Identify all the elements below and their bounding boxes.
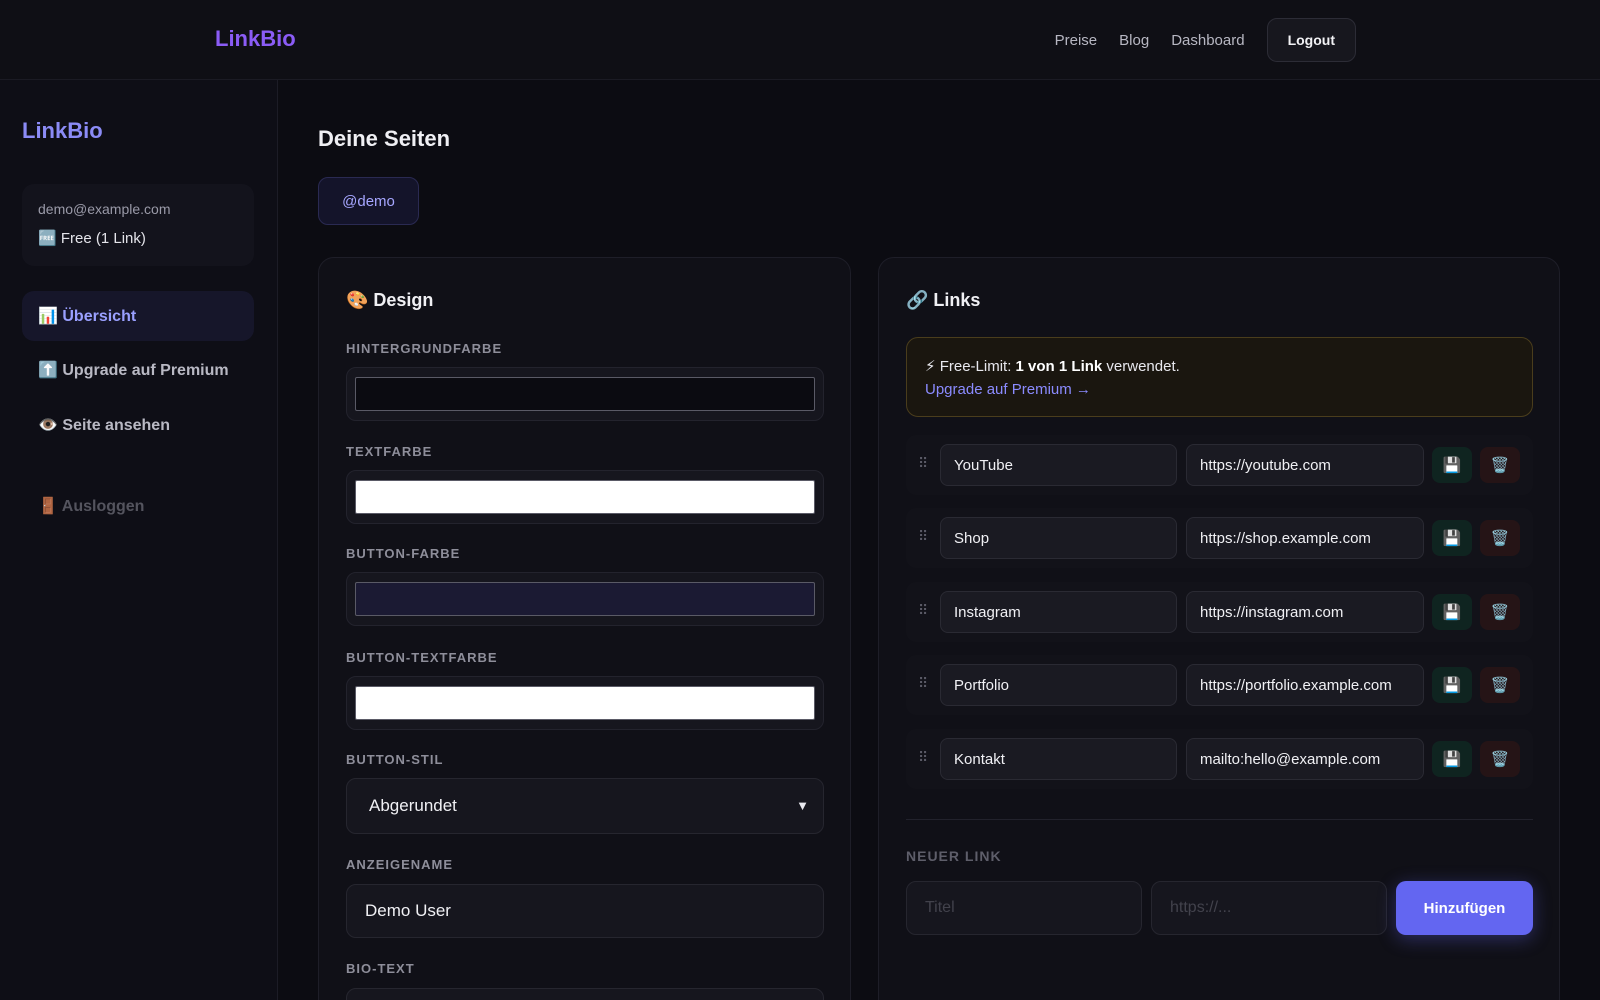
brand-logo[interactable]: LinkBio: [215, 26, 296, 52]
save-icon[interactable]: 💾: [1432, 667, 1472, 703]
drag-handle-icon[interactable]: ⠿: [918, 675, 928, 692]
link-url-input[interactable]: https://youtube.com: [1186, 444, 1424, 486]
link-url-input[interactable]: https://instagram.com: [1186, 591, 1424, 633]
drag-handle-icon[interactable]: ⠿: [918, 455, 928, 472]
link-row: ⠿ Portfolio https://portfolio.example.co…: [906, 655, 1533, 715]
link-row: ⠿ Kontakt mailto:hello@example.com 💾 🗑️: [906, 729, 1533, 789]
design-card-title: 🎨 Design: [346, 290, 434, 310]
link-url-input[interactable]: https://shop.example.com: [1186, 517, 1424, 559]
links-card: 🔗 Links ⚡ Free-Limit: 1 von 1 Link verwe…: [878, 257, 1560, 1000]
link-row: ⠿ YouTube https://youtube.com 💾 🗑️: [906, 435, 1533, 495]
bg-color-picker[interactable]: [346, 367, 824, 421]
sidebar-brand[interactable]: LinkBio: [22, 118, 103, 144]
button-text-color-picker[interactable]: [346, 676, 824, 730]
limit-count: 1 von 1 Link: [1015, 358, 1103, 375]
save-icon[interactable]: 💾: [1432, 741, 1472, 777]
nav-link-preise[interactable]: Preise: [1055, 32, 1098, 49]
free-limit-text: ⚡ Free-Limit: 1 von 1 Link verwendet.: [925, 357, 1180, 375]
button-text-color-swatch: [355, 686, 815, 720]
upgrade-link[interactable]: Upgrade auf Premium →: [925, 381, 1091, 398]
user-email: demo@example.com: [38, 201, 171, 217]
sidebar: LinkBio demo@example.com 🆓 Free (1 Link)…: [0, 80, 278, 1000]
new-link-label: NEUER LINK: [906, 848, 1002, 864]
sidebar-item-logout[interactable]: 🚪 Ausloggen: [22, 481, 254, 531]
trash-icon[interactable]: 🗑️: [1480, 667, 1520, 703]
new-link-url-input[interactable]: https://...: [1151, 881, 1387, 935]
sidebar-item-view-page[interactable]: 👁️ Seite ansehen: [22, 400, 254, 450]
link-title-input[interactable]: YouTube: [940, 444, 1177, 486]
top-navbar: LinkBio Preise Blog Dashboard Logout: [0, 0, 1600, 80]
sidebar-item-upgrade[interactable]: ⬆️ Upgrade auf Premium: [22, 345, 254, 395]
logout-button[interactable]: Logout: [1266, 18, 1356, 62]
user-info-box: demo@example.com 🆓 Free (1 Link): [22, 184, 254, 266]
page-title: Deine Seiten: [318, 126, 451, 151]
link-title-input[interactable]: Instagram: [940, 591, 1177, 633]
link-title-input[interactable]: Kontakt: [940, 738, 1177, 780]
link-url-input[interactable]: https://portfolio.example.com: [1186, 664, 1424, 706]
divider: [906, 819, 1533, 820]
button-color-picker[interactable]: [346, 572, 824, 626]
button-style-value: Abgerundet: [369, 796, 457, 815]
trash-icon[interactable]: 🗑️: [1480, 594, 1520, 630]
drag-handle-icon[interactable]: ⠿: [918, 528, 928, 545]
link-row: ⠿ Shop https://shop.example.com 💾 🗑️: [906, 508, 1533, 568]
button-style-select[interactable]: Abgerundet ▼: [346, 778, 824, 834]
links-card-title: 🔗 Links: [906, 290, 981, 310]
top-nav: Preise Blog Dashboard Logout: [1055, 18, 1356, 62]
link-row: ⠿ Instagram https://instagram.com 💾 🗑️: [906, 582, 1533, 642]
bio-text-label: BIO-TEXT: [346, 961, 415, 976]
new-link-title-input[interactable]: Titel: [906, 881, 1142, 935]
display-name-label: ANZEIGENAME: [346, 857, 454, 872]
text-color-swatch: [355, 480, 815, 514]
free-limit-notice: ⚡ Free-Limit: 1 von 1 Link verwendet. Up…: [906, 337, 1533, 417]
bg-color-swatch: [355, 377, 815, 411]
page-tab-demo[interactable]: @demo: [318, 177, 419, 225]
nav-link-blog[interactable]: Blog: [1119, 32, 1149, 49]
save-icon[interactable]: 💾: [1432, 594, 1472, 630]
button-color-label: BUTTON-FARBE: [346, 546, 461, 561]
plan-badge: 🆓 Free (1 Link): [38, 230, 146, 247]
bio-text-input[interactable]: [346, 988, 824, 1000]
design-card: 🎨 Design HINTERGRUNDFARBE TEXTFARBE BUTT…: [318, 257, 851, 1000]
text-color-label: TEXTFARBE: [346, 444, 433, 459]
add-link-button[interactable]: Hinzufügen: [1396, 881, 1533, 935]
trash-icon[interactable]: 🗑️: [1480, 520, 1520, 556]
sidebar-item-overview[interactable]: 📊 Übersicht: [22, 291, 254, 341]
text-color-picker[interactable]: [346, 470, 824, 524]
link-title-input[interactable]: Portfolio: [940, 664, 1177, 706]
save-icon[interactable]: 💾: [1432, 520, 1472, 556]
display-name-input[interactable]: Demo User: [346, 884, 824, 938]
bg-color-label: HINTERGRUNDFARBE: [346, 341, 503, 356]
button-color-swatch: [355, 582, 815, 616]
button-style-label: BUTTON-STIL: [346, 752, 444, 767]
button-text-color-label: BUTTON-TEXTFARBE: [346, 650, 498, 665]
limit-suffix: verwendet.: [1102, 358, 1180, 375]
nav-link-dashboard[interactable]: Dashboard: [1171, 32, 1244, 49]
trash-icon[interactable]: 🗑️: [1480, 741, 1520, 777]
chevron-down-icon: ▼: [796, 798, 809, 813]
drag-handle-icon[interactable]: ⠿: [918, 749, 928, 766]
link-title-input[interactable]: Shop: [940, 517, 1177, 559]
trash-icon[interactable]: 🗑️: [1480, 447, 1520, 483]
limit-prefix: ⚡ Free-Limit:: [925, 358, 1016, 375]
save-icon[interactable]: 💾: [1432, 447, 1472, 483]
drag-handle-icon[interactable]: ⠿: [918, 602, 928, 619]
link-url-input[interactable]: mailto:hello@example.com: [1186, 738, 1424, 780]
